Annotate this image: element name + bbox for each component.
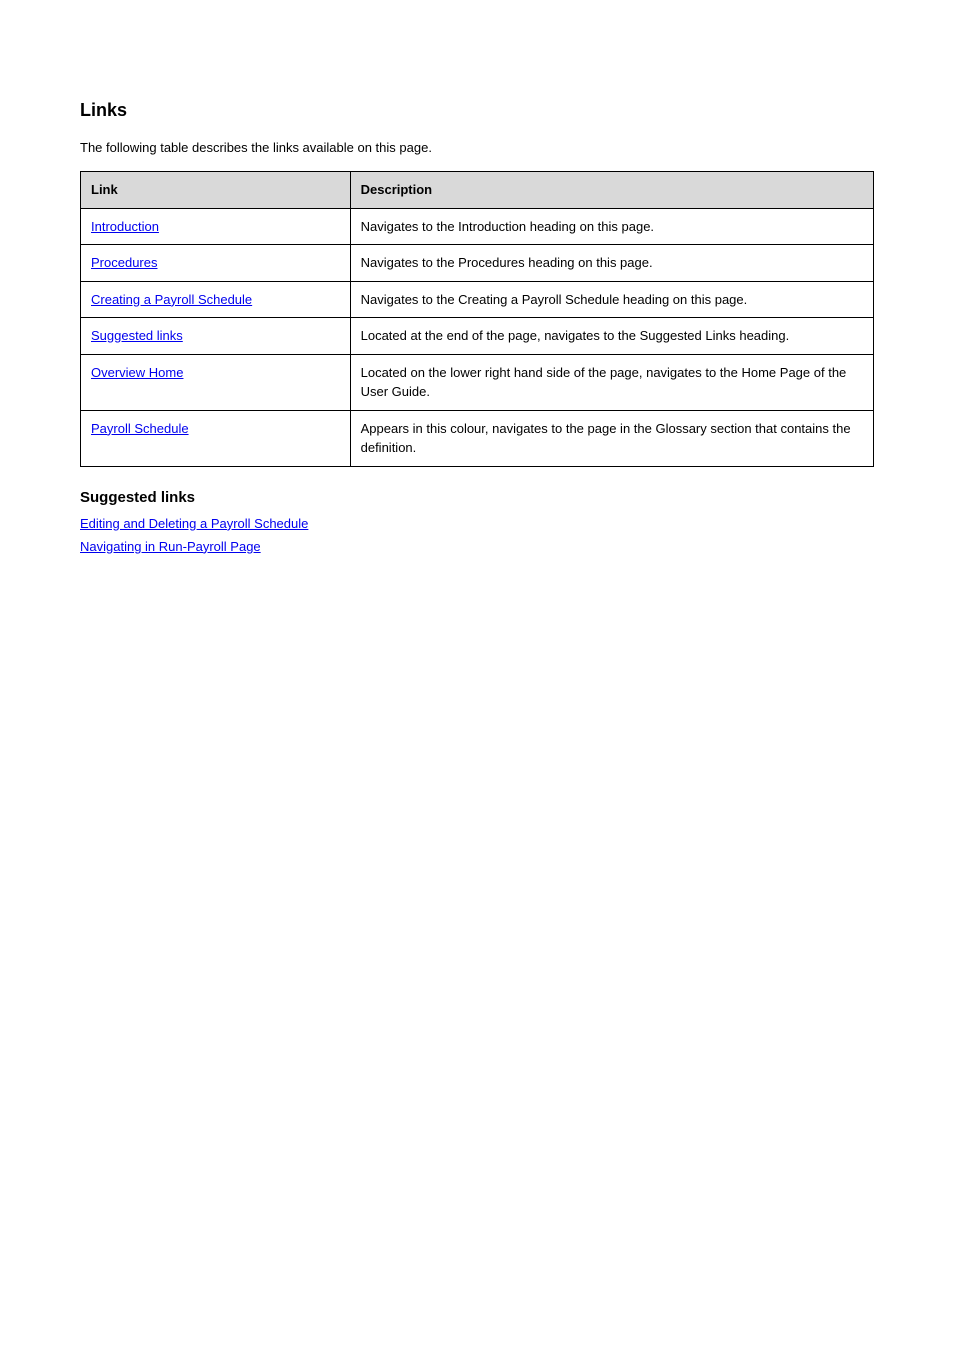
table-row: Suggested links Located at the end of th… bbox=[81, 318, 874, 355]
table-header-row: Link Description bbox=[81, 172, 874, 209]
suggested-links-heading: Suggested links bbox=[80, 489, 874, 506]
table-row: Procedures Navigates to the Procedures h… bbox=[81, 245, 874, 282]
intro-text: The following table describes the links … bbox=[80, 139, 874, 157]
table-row: Overview Home Located on the lower right… bbox=[81, 354, 874, 410]
table-row: Payroll Schedule Appears in this colour,… bbox=[81, 410, 874, 466]
link-payroll-schedule-glossary[interactable]: Payroll Schedule bbox=[91, 421, 189, 436]
table-cell-description: Navigates to the Introduction heading on… bbox=[350, 208, 873, 245]
table-cell-description: Appears in this colour, navigates to the… bbox=[350, 410, 873, 466]
table-cell-description: Located on the lower right hand side of … bbox=[350, 354, 873, 410]
table-header-description: Description bbox=[350, 172, 873, 209]
section-heading-links: Links bbox=[80, 100, 874, 121]
links-table: Link Description Introduction Navigates … bbox=[80, 171, 874, 467]
table-cell-description: Navigates to the Creating a Payroll Sche… bbox=[350, 281, 873, 318]
table-row: Introduction Navigates to the Introducti… bbox=[81, 208, 874, 245]
link-editing-deleting-payroll-schedule[interactable]: Editing and Deleting a Payroll Schedule bbox=[80, 516, 308, 531]
link-suggested-links[interactable]: Suggested links bbox=[91, 328, 183, 343]
table-cell-description: Navigates to the Procedures heading on t… bbox=[350, 245, 873, 282]
link-navigating-run-payroll[interactable]: Navigating in Run-Payroll Page bbox=[80, 539, 261, 554]
table-row: Creating a Payroll Schedule Navigates to… bbox=[81, 281, 874, 318]
link-creating-payroll-schedule[interactable]: Creating a Payroll Schedule bbox=[91, 292, 252, 307]
link-procedures[interactable]: Procedures bbox=[91, 255, 157, 270]
table-cell-description: Located at the end of the page, navigate… bbox=[350, 318, 873, 355]
link-introduction[interactable]: Introduction bbox=[91, 219, 159, 234]
table-header-link: Link bbox=[81, 172, 351, 209]
link-overview-home[interactable]: Overview Home bbox=[91, 365, 183, 380]
